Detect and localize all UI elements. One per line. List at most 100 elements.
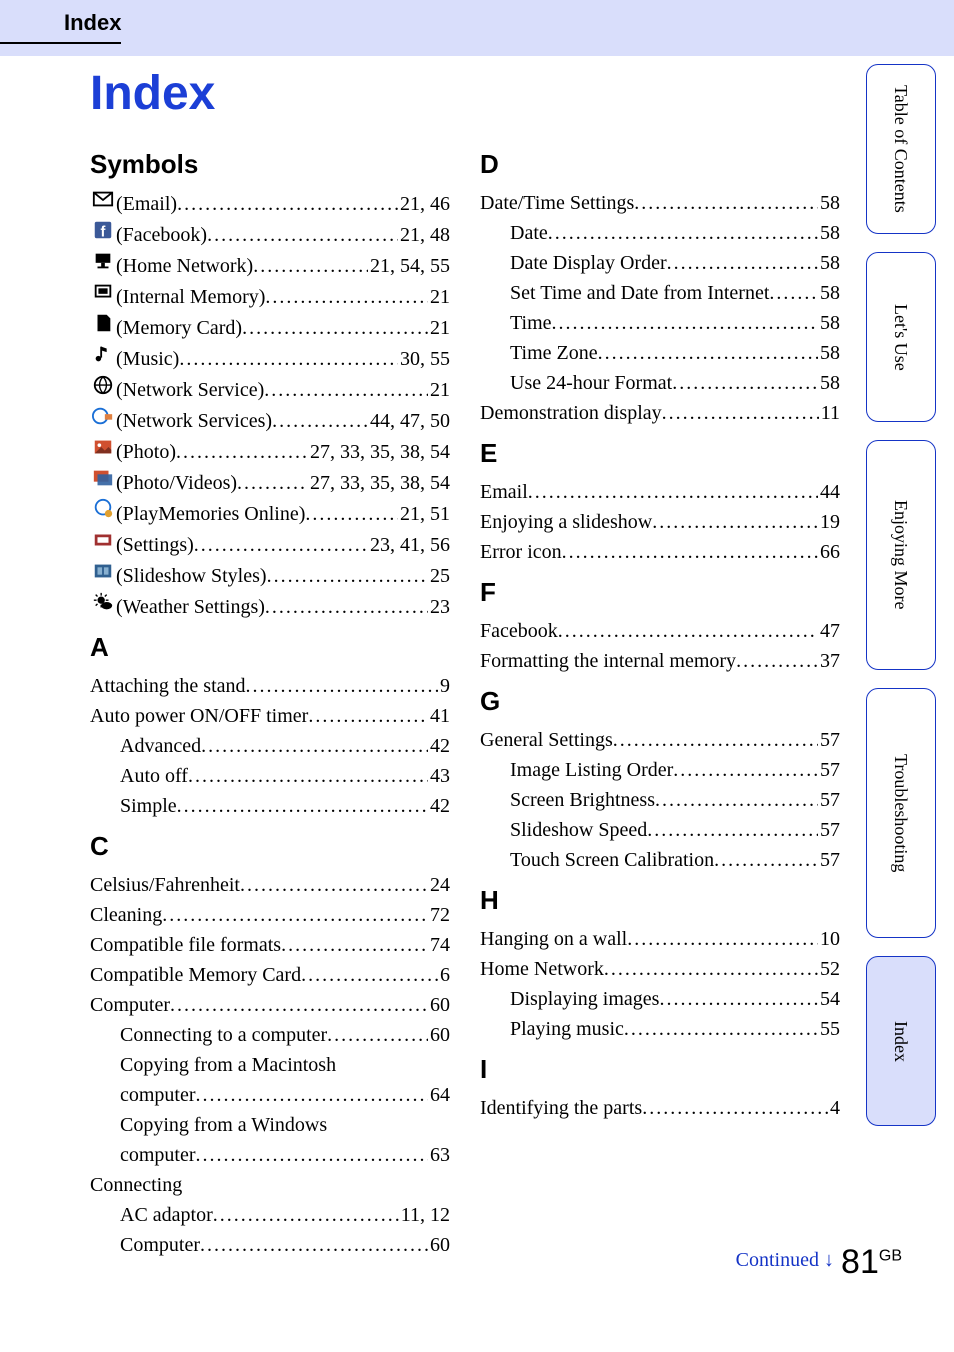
- index-entry[interactable]: Identifying the parts 4: [480, 1093, 840, 1123]
- index-entry-home-network[interactable]: (Home Network) 21, 54, 55: [90, 250, 450, 281]
- column-left: Symbols (Email) 21, 46 f (Facebook) 21, …: [90, 139, 450, 1260]
- index-entry-weather-settings[interactable]: (Weather Settings) 23: [90, 591, 450, 622]
- index-entry-playmemories[interactable]: (PlayMemories Online) 21, 51: [90, 498, 450, 529]
- memory-card-icon: [90, 312, 116, 334]
- index-entry-network-service[interactable]: (Network Service) 21: [90, 374, 450, 405]
- section-e: E: [480, 438, 840, 469]
- section-f: F: [480, 577, 840, 608]
- index-entry-email[interactable]: (Email) 21, 46: [90, 188, 450, 219]
- entry-label: Auto off: [120, 761, 188, 791]
- index-entry[interactable]: computer64: [90, 1080, 450, 1110]
- entry-label: Date: [510, 218, 548, 248]
- index-entry[interactable]: AC adaptor11, 12: [90, 1200, 450, 1230]
- index-entry[interactable]: Date/Time Settings58: [480, 188, 840, 218]
- entry-label: Slideshow Speed: [510, 815, 647, 845]
- index-entry-line1: Copying from a Macintosh: [90, 1050, 450, 1080]
- index-entry[interactable]: Date Display Order58: [480, 248, 840, 278]
- index-entry-settings[interactable]: (Settings) 23, 41, 56: [90, 529, 450, 560]
- entry-label: Attaching the stand: [90, 671, 246, 701]
- index-entry[interactable]: Connecting to a computer60: [90, 1020, 450, 1050]
- index-entry[interactable]: Attaching the stand9: [90, 671, 450, 701]
- network-service-icon: [90, 374, 116, 396]
- entry-label: Cleaning: [90, 900, 162, 930]
- tab-label: Enjoying More: [886, 482, 916, 628]
- leaders: [162, 900, 428, 930]
- entry-pages: 55: [818, 1014, 840, 1044]
- index-entry[interactable]: Set Time and Date from Internet58: [480, 278, 840, 308]
- index-entry-network-services[interactable]: (Network Services) 44, 47, 50: [90, 405, 450, 436]
- entry-label: Copying from a Windows: [120, 1110, 327, 1140]
- leaders: [327, 1020, 428, 1050]
- index-entry[interactable]: Screen Brightness57: [480, 785, 840, 815]
- entry-label: Identifying the parts: [480, 1093, 642, 1123]
- index-entry[interactable]: Auto power ON/OFF timer41: [90, 701, 450, 731]
- entry-label: computer: [120, 1080, 196, 1110]
- entry-pages: 23: [428, 592, 450, 622]
- index-entry[interactable]: Use 24-hour Format58: [480, 368, 840, 398]
- index-entry[interactable]: Home Network52: [480, 954, 840, 984]
- index-entry[interactable]: Touch Screen Calibration57: [480, 845, 840, 875]
- index-entry[interactable]: Facebook47: [480, 616, 840, 646]
- index-entry[interactable]: Celsius/Fahrenheit24: [90, 870, 450, 900]
- index-entry[interactable]: Slideshow Speed57: [480, 815, 840, 845]
- section-h: H: [480, 885, 840, 916]
- entry-label: Connecting: [90, 1170, 182, 1200]
- index-entry[interactable]: Date58: [480, 218, 840, 248]
- leaders: [659, 984, 818, 1014]
- index-entry[interactable]: Compatible file formats74: [90, 930, 450, 960]
- index-entry[interactable]: Error icon66: [480, 537, 840, 567]
- leaders: [301, 960, 438, 990]
- index-entry[interactable]: Compatible Memory Card6: [90, 960, 450, 990]
- leaders: [179, 344, 398, 374]
- entry-pages: 27, 33, 35, 38, 54: [308, 468, 450, 498]
- index-entry-facebook[interactable]: f (Facebook) 21, 48: [90, 219, 450, 250]
- index-entry[interactable]: Simple42: [90, 791, 450, 821]
- index-entry-slideshow-styles[interactable]: (Slideshow Styles) 25: [90, 560, 450, 591]
- index-entry[interactable]: Auto off43: [90, 761, 450, 791]
- photo-icon: [90, 436, 116, 458]
- index-entry[interactable]: Cleaning 72: [90, 900, 450, 930]
- entry-pages: 4: [828, 1093, 840, 1123]
- index-entry[interactable]: Hanging on a wall10: [480, 924, 840, 954]
- entry-pages: 11, 12: [399, 1200, 450, 1230]
- index-entry[interactable]: Computer60: [90, 1230, 450, 1260]
- entry-pages: 72: [428, 900, 450, 930]
- tab-troubleshooting[interactable]: Troubleshooting: [866, 688, 936, 938]
- index-entry[interactable]: computer63: [90, 1140, 450, 1170]
- entry-pages: 74: [428, 930, 450, 960]
- settings-icon: [90, 529, 116, 551]
- entry-pages: 27, 33, 35, 38, 54: [308, 437, 450, 467]
- continued-label: Continued ↓: [736, 1249, 834, 1272]
- index-entry[interactable]: Formatting the internal memory37: [480, 646, 840, 676]
- index-entry[interactable]: Image Listing Order57: [480, 755, 840, 785]
- index-entry-photo-videos[interactable]: (Photo/Videos) 27, 33, 35, 38, 54: [90, 467, 450, 498]
- index-entry[interactable]: Time58: [480, 308, 840, 338]
- tab-index[interactable]: Index: [866, 956, 936, 1126]
- tab-table-of-contents[interactable]: Table of Contents: [866, 64, 936, 234]
- index-entry[interactable]: Time Zone58: [480, 338, 840, 368]
- index-entry[interactable]: Demonstration display11: [480, 398, 840, 428]
- photo-videos-icon: [90, 467, 116, 489]
- leaders: [177, 791, 428, 821]
- entry-label: (Home Network): [116, 251, 253, 281]
- index-entry[interactable]: Computer60: [90, 990, 450, 1020]
- index-entry[interactable]: Playing music55: [480, 1014, 840, 1044]
- index-entry[interactable]: Advanced42: [90, 731, 450, 761]
- tab-enjoying-more[interactable]: Enjoying More: [866, 440, 936, 670]
- index-entry-memory-card[interactable]: (Memory Card) 21: [90, 312, 450, 343]
- index-entry-internal-memory[interactable]: (Internal Memory) 21: [90, 281, 450, 312]
- entry-pages: 21, 54, 55: [368, 251, 450, 281]
- index-entry[interactable]: Displaying images54: [480, 984, 840, 1014]
- index-entry-music[interactable]: (Music) 30, 55: [90, 343, 450, 374]
- entry-label: Demonstration display: [480, 398, 662, 428]
- index-entry[interactable]: Email44: [480, 477, 840, 507]
- tab-lets-use[interactable]: Let's Use: [866, 252, 936, 422]
- leaders: [652, 507, 818, 537]
- entry-label: (PlayMemories Online): [116, 499, 305, 529]
- leaders: [170, 990, 428, 1020]
- index-entry-photo[interactable]: (Photo) 27, 33, 35, 38, 54: [90, 436, 450, 467]
- breadcrumb: Index: [0, 0, 121, 44]
- entry-pages: 24: [428, 870, 450, 900]
- index-entry[interactable]: General Settings57: [480, 725, 840, 755]
- index-entry[interactable]: Enjoying a slideshow19: [480, 507, 840, 537]
